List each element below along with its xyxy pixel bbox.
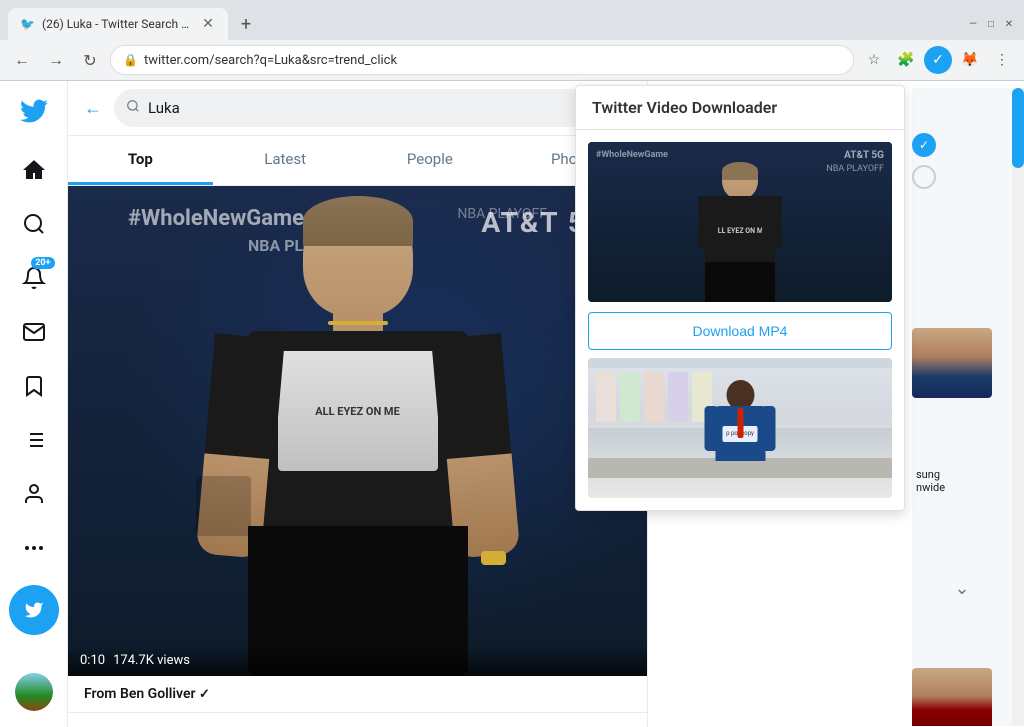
- active-tab[interactable]: 🐦 (26) Luka - Twitter Search / Twitt... …: [8, 8, 228, 40]
- tab-bar: 🐦 (26) Luka - Twitter Search / Twitt... …: [0, 0, 1024, 40]
- tweet-author: From Ben Golliver ✓: [68, 676, 647, 713]
- video-time: 0:10: [80, 653, 105, 668]
- download-option-buttons: ✓: [908, 125, 940, 197]
- search-query-text: Luka: [148, 99, 180, 117]
- checkmark-icon: ✓: [919, 138, 929, 152]
- profile-avatar-button[interactable]: ✓: [924, 46, 952, 74]
- search-back-button[interactable]: ←: [84, 98, 102, 119]
- main-container: 20+ ←: [0, 81, 1024, 727]
- download-option-2-button[interactable]: [912, 165, 936, 189]
- download-mp4-button[interactable]: Download MP4: [588, 312, 892, 350]
- sidebar-item-messages[interactable]: [9, 307, 59, 357]
- notification-badge: 20+: [31, 257, 54, 269]
- address-bar-actions: ☆ 🧩 ✓ 🦊 ⋮: [860, 46, 1016, 74]
- user-avatar[interactable]: [15, 673, 53, 711]
- browser-menu-button[interactable]: ⋮: [988, 46, 1016, 74]
- downloader-body: AT&T 5G #WholeNewGame NBA PLAYOFF ALL EY…: [576, 130, 904, 510]
- video-controls-bar: 0:10 174.7K views: [68, 645, 647, 676]
- sidebar-item-home[interactable]: [9, 145, 59, 195]
- samsung-ad-text: sung nwide: [916, 468, 945, 494]
- tab-top[interactable]: Top: [68, 136, 213, 185]
- twitter-sidebar: 20+: [0, 81, 68, 727]
- author-name[interactable]: Ben Golliver: [120, 686, 196, 702]
- tweet-container[interactable]: AT&T 5G #WholeNewGame NBA PLAYOFFS NBA P…: [68, 186, 647, 713]
- verified-badge-icon: ✓: [199, 687, 210, 702]
- show-more-button[interactable]: ⌄: [954, 578, 969, 599]
- back-nav-button[interactable]: ←: [8, 46, 36, 74]
- maximize-button[interactable]: □: [984, 17, 998, 31]
- sidebar-item-more[interactable]: [9, 523, 59, 573]
- extensions-button[interactable]: 🧩: [892, 46, 920, 74]
- page-scrollbar[interactable]: [1012, 88, 1024, 726]
- compose-tweet-button[interactable]: [9, 585, 59, 635]
- video-views: 174.7K views: [113, 653, 190, 668]
- sidebar-item-lists[interactable]: [9, 415, 59, 465]
- security-icon: 🔒: [123, 53, 138, 67]
- tab-latest[interactable]: Latest: [213, 136, 358, 185]
- sidebar-item-explore[interactable]: [9, 199, 59, 249]
- search-tabs: Top Latest People Photos: [68, 136, 647, 186]
- url-text: twitter.com/search?q=Luka&src=trend_clic…: [144, 53, 841, 68]
- download-option-1-button[interactable]: ✓: [912, 133, 936, 157]
- sidebar-item-notifications[interactable]: 20+: [9, 253, 59, 303]
- downloader-video-thumbnail-2: p popcopy: [588, 358, 892, 498]
- downloader-title: Twitter Video Downloader: [592, 98, 888, 117]
- tab-people[interactable]: People: [358, 136, 503, 185]
- twitter-logo[interactable]: [12, 89, 56, 137]
- search-box[interactable]: Luka: [114, 89, 631, 127]
- minimize-button[interactable]: —: [966, 17, 980, 31]
- sanders-news-thumbnail: [912, 668, 992, 726]
- browser-chrome: 🐦 (26) Luka - Twitter Search / Twitt... …: [0, 0, 1024, 81]
- sidebar-item-bookmarks[interactable]: [9, 361, 59, 411]
- tab-title: (26) Luka - Twitter Search / Twitt...: [42, 17, 192, 31]
- forward-nav-button[interactable]: →: [42, 46, 70, 74]
- sidebar-item-profile[interactable]: [9, 469, 59, 519]
- search-icon: [126, 99, 140, 117]
- tweet-video[interactable]: AT&T 5G #WholeNewGame NBA PLAYOFFS NBA P…: [68, 186, 647, 676]
- biden-news-thumbnail: [912, 328, 992, 398]
- search-header: ← Luka: [68, 81, 647, 136]
- address-bar[interactable]: 🔒 twitter.com/search?q=Luka&src=trend_cl…: [110, 45, 854, 75]
- close-button[interactable]: ✕: [1002, 17, 1016, 31]
- video-placeholder: AT&T 5G #WholeNewGame NBA PLAYOFFS NBA P…: [68, 186, 647, 676]
- scrollbar-thumb[interactable]: [1012, 88, 1024, 168]
- downloader-header: Twitter Video Downloader: [576, 86, 904, 130]
- new-tab-button[interactable]: +: [232, 10, 260, 38]
- tab-close-button[interactable]: ✕: [200, 16, 216, 32]
- twitter-main-content: ← Luka Top Latest People Photos: [68, 81, 648, 727]
- extension2-button[interactable]: 🦊: [956, 46, 984, 74]
- downloader-video-thumbnail-1: AT&T 5G #WholeNewGame NBA PLAYOFF ALL EY…: [588, 142, 892, 302]
- window-controls: — □ ✕: [966, 17, 1016, 31]
- address-bar-row: ← → ↻ 🔒 twitter.com/search?q=Luka&src=tr…: [0, 40, 1024, 80]
- twitter-video-downloader-panel: Twitter Video Downloader AT&T 5G #WholeN…: [575, 85, 905, 511]
- refresh-button[interactable]: ↻: [76, 46, 104, 74]
- bookmark-star-button[interactable]: ☆: [860, 46, 888, 74]
- tab-favicon: 🐦: [20, 17, 34, 31]
